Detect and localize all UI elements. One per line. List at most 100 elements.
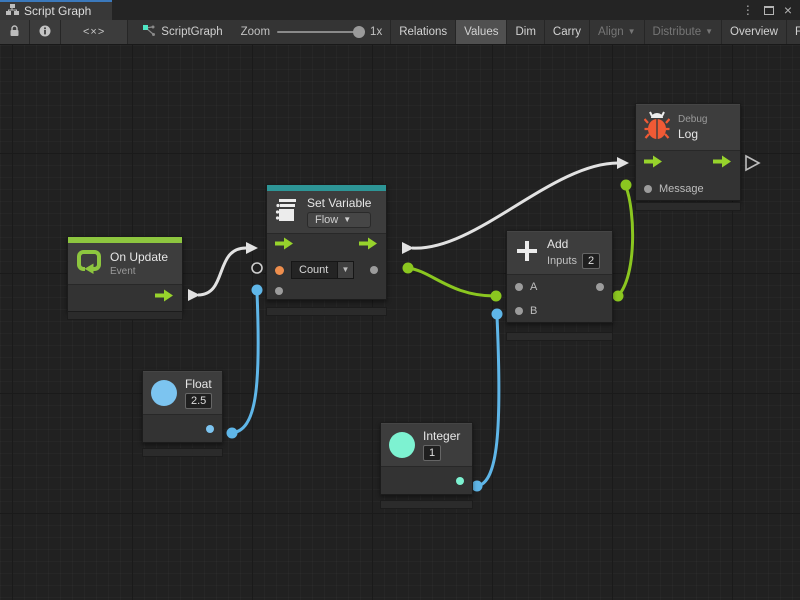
value-output-port[interactable] [370,266,378,274]
node-category: Debug [678,114,707,125]
chevron-down-icon: ▼ [628,28,636,36]
float-value-field[interactable]: 2.5 [185,393,212,409]
wire-value-float-setvariable[interactable] [232,292,258,433]
unconnected-port-ring[interactable] [252,263,262,273]
align-dropdown[interactable]: Align▼ [589,20,644,44]
node-footer [635,202,741,211]
lock-icon [9,25,20,40]
float-output-port[interactable] [206,425,214,433]
window-controls: ⋮ × [742,0,800,20]
graph-toolbar: <×> ScriptGraph Zoom 1x Relations Values… [0,20,800,45]
wire-endpoint [472,481,483,492]
loop-event-icon [76,248,102,279]
overview-button[interactable]: Overview [721,20,786,44]
wire-value-add-debuglog[interactable] [618,187,633,296]
script-graph-window: Script Graph ⋮ × <×> [0,0,800,600]
integer-type-icon [389,432,415,458]
zoom-slider-handle[interactable] [353,26,365,38]
window-close-icon[interactable]: × [784,3,792,17]
toolbar-left-group: <×> [0,20,128,44]
node-integer[interactable]: Integer 1 [380,422,473,495]
node-title: On Update [110,250,168,264]
wire-endpoint [492,309,503,320]
flow-output-port[interactable] [155,289,174,307]
flow-output-port[interactable] [713,155,732,173]
info-icon [39,25,51,40]
flow-input-port[interactable] [644,155,663,173]
dim-button[interactable]: Dim [506,20,543,44]
wire-flow-onupdate-setvariable[interactable] [198,248,246,295]
window-menu-icon[interactable]: ⋮ [742,4,754,16]
code-icon: <×> [83,26,105,38]
node-subtitle: Event [110,266,168,277]
float-type-icon [151,380,177,406]
result-output-port[interactable] [596,283,604,291]
unconnected-flow-triangle[interactable] [746,156,759,170]
input-a-port[interactable] [515,283,523,291]
tab-bar: Script Graph ⋮ × [0,0,800,20]
message-label: Message [659,183,704,195]
integer-output-port[interactable] [456,477,464,485]
graph-hierarchy-icon [6,4,19,18]
breadcrumb[interactable]: ScriptGraph [128,20,232,44]
zoom-label: Zoom [241,26,270,38]
node-footer [266,307,387,316]
node-debug-log[interactable]: Debug Log Message [635,103,741,201]
variable-select[interactable]: Count ▼ [291,261,354,279]
relations-button[interactable]: Relations [390,20,455,44]
zoom-control: Zoom 1x [233,20,391,44]
edit-source-button[interactable]: <×> [61,20,128,44]
variable-kind-dropdown[interactable]: Flow ▼ [307,212,371,228]
wire-endpoint [621,180,632,191]
input-a-label: A [530,281,537,293]
zoom-value: 1x [370,26,382,38]
node-footer [506,332,613,341]
node-title: Add [547,237,600,251]
value-input-port[interactable] [275,287,283,295]
wire-arrowhead [246,242,258,254]
input-b-port[interactable] [515,307,523,315]
node-footer [67,311,183,320]
variable-name-port[interactable] [275,266,284,275]
chevron-down-icon: ▼ [343,216,351,224]
node-footer [142,448,223,457]
flow-output-port[interactable] [359,237,378,255]
lock-button[interactable] [0,20,30,44]
node-float[interactable]: Float 2.5 [142,370,223,443]
node-add[interactable]: Add Inputs 2 A B [506,230,613,323]
node-on-update[interactable]: On Update Event [67,236,183,312]
wire-arrowhead [617,157,629,169]
tab-script-graph[interactable]: Script Graph [0,0,112,20]
inputs-label: Inputs [547,255,577,267]
variable-icon [275,198,299,227]
integer-value-field[interactable]: 1 [423,445,441,461]
inputs-count-field[interactable]: 2 [582,253,600,269]
flow-input-port[interactable] [275,237,294,255]
input-b-label: B [530,305,537,317]
wire-arrowhead [188,289,200,301]
wire-endpoint [403,263,414,274]
window-maximize-icon[interactable] [764,6,774,15]
node-title: Set Variable [307,196,371,210]
full-screen-button[interactable]: Full Screen [786,20,800,44]
zoom-slider[interactable] [277,31,363,33]
info-button[interactable] [30,20,61,44]
wire-value-setvariable-add[interactable] [408,268,495,296]
wire-value-integer-add[interactable] [477,316,499,486]
graph-canvas[interactable]: On Update Event Set Vari [0,45,800,600]
bug-icon [644,110,670,145]
node-set-variable[interactable]: Set Variable Flow ▼ [266,184,387,300]
message-input-port[interactable] [644,185,652,193]
toolbar-right-group: Relations Values Dim Carry Align▼ Distri… [390,20,800,44]
wire-endpoint [227,428,238,439]
values-button[interactable]: Values [455,20,506,44]
node-title: Integer [423,429,460,443]
chevron-down-icon: ▼ [705,28,713,36]
tab-title: Script Graph [24,4,91,18]
breadcrumb-label: ScriptGraph [161,26,222,38]
script-graph-icon [142,24,156,40]
distribute-dropdown[interactable]: Distribute▼ [644,20,722,44]
wire-endpoint [613,291,624,302]
carry-button[interactable]: Carry [544,20,589,44]
node-title: Float [185,377,212,391]
